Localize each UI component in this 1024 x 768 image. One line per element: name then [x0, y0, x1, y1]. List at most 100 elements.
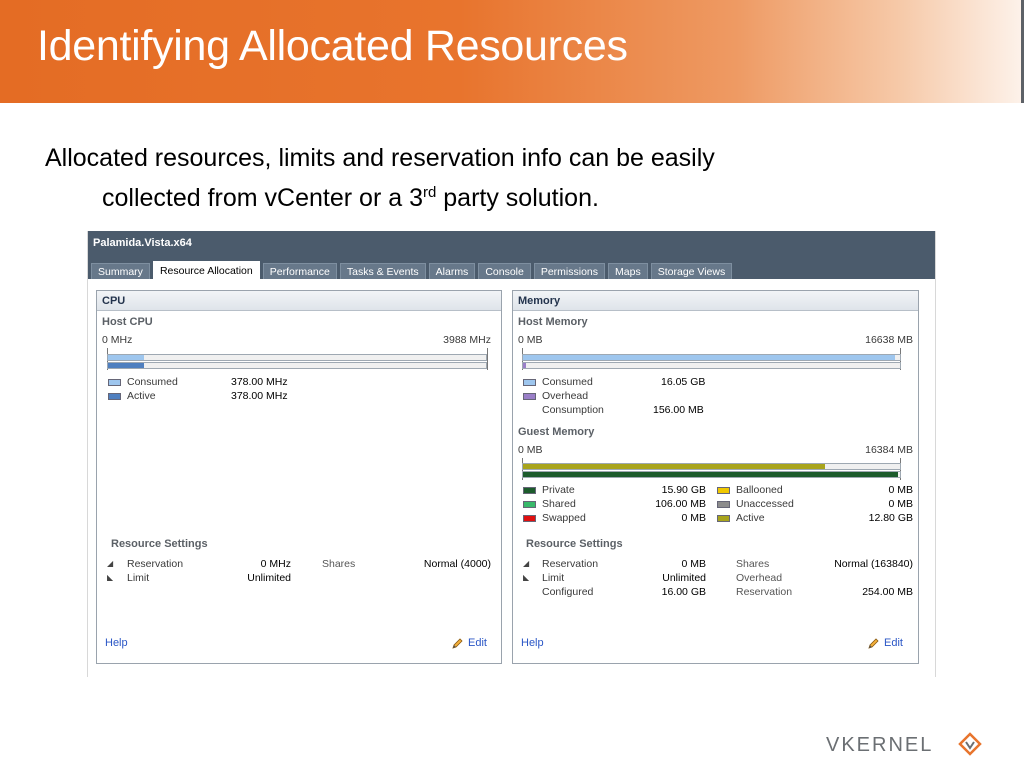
- private-label: Private: [542, 484, 575, 496]
- cpu-consumed-value: 378.00 MHz: [231, 376, 288, 388]
- pencil-icon: [452, 638, 463, 649]
- memory-panel: Memory Host Memory 0 MB 16638 MB Consume…: [512, 290, 919, 664]
- shared-value: 106.00 MB: [655, 498, 706, 510]
- active-swatch: [108, 393, 121, 400]
- cpu-active-bar: [107, 362, 487, 369]
- mem-limit-value: Unlimited: [662, 572, 706, 584]
- ordinal-suffix: rd: [422, 184, 437, 201]
- body-line-2a: collected from vCenter or a 3: [102, 184, 423, 212]
- host-cpu-label: Host CPU: [102, 316, 153, 328]
- cpu-consumed-fill: [108, 355, 144, 360]
- shared-swatch: [523, 501, 536, 508]
- swapped-value: 0 MB: [681, 512, 706, 524]
- consumption-label: Consumption: [542, 404, 604, 416]
- cpu-reservation-value: 0 MHz: [260, 558, 291, 570]
- swapped-label: Swapped: [542, 512, 586, 524]
- host-consumed-label: Consumed: [542, 376, 593, 388]
- guest-active-fill: [523, 464, 825, 469]
- cpu-active-fill: [108, 363, 144, 368]
- guest-active-value: 12.80 GB: [868, 512, 913, 524]
- consumption-value: 156.00 MB: [653, 404, 704, 416]
- mem-reservation-value: 0 MB: [681, 558, 706, 570]
- host-consumed-value: 16.05 GB: [661, 376, 706, 388]
- ballooned-label: Ballooned: [736, 484, 783, 496]
- consumed-swatch: [108, 379, 121, 386]
- mem-reservation2-value: 254.00 MB: [862, 586, 913, 598]
- body-line-2: collected from vCenter or a 3rd party so…: [45, 178, 945, 218]
- tab-performance[interactable]: Performance: [262, 263, 337, 279]
- host-overhead-bar: [522, 362, 901, 369]
- cpu-consumed-label: Consumed: [127, 376, 178, 388]
- guest-memory-label: Guest Memory: [518, 426, 595, 438]
- memory-resource-settings-title: Resource Settings: [526, 538, 623, 550]
- tab-console[interactable]: Console: [478, 263, 531, 279]
- swapped-swatch: [523, 515, 536, 522]
- overhead-swatch: [523, 393, 536, 400]
- host-consumed-bar: [522, 354, 901, 361]
- cpu-shares-label: Shares: [322, 558, 356, 570]
- cpu-active-label: Active: [127, 390, 156, 402]
- host-scale-max: 16638 MB: [865, 334, 913, 346]
- unaccessed-value: 0 MB: [888, 498, 913, 510]
- tab-bar: Summary Resource Allocation Performance Tas…: [91, 261, 735, 279]
- cpu-scale-min: 0 MHz: [102, 334, 133, 346]
- host-overhead-fill: [523, 363, 527, 368]
- reservation-flag-icon: ◢: [523, 559, 530, 568]
- cpu-resource-settings-title: Resource Settings: [111, 538, 208, 550]
- cpu-scale-max: 3988 MHz: [443, 334, 491, 346]
- cpu-consumed-bar: [107, 354, 487, 361]
- vm-name: Palamida.Vista.x64: [93, 237, 192, 249]
- mem-limit-label: Limit: [542, 572, 565, 584]
- pencil-icon: [868, 638, 879, 649]
- cpu-panel: CPU Host CPU 0 MHz 3988 MHz Consumed 378…: [96, 290, 502, 664]
- unaccessed-swatch: [717, 501, 730, 508]
- configured-value: 16.00 GB: [661, 586, 706, 598]
- consumed-swatch: [523, 379, 536, 386]
- guest-active-bar: [522, 463, 901, 470]
- cpu-scale-right-tick: [487, 348, 488, 370]
- logo-text: VKERNEL: [826, 734, 933, 756]
- cpu-edit-link[interactable]: Edit: [468, 637, 487, 649]
- memory-edit-link[interactable]: Edit: [884, 637, 903, 649]
- slide-body-text: Allocated resources, limits and reservat…: [45, 138, 945, 218]
- cpu-shares-value: Normal (4000): [423, 558, 491, 570]
- tab-resource-allocation[interactable]: Resource Allocation: [152, 261, 260, 279]
- private-value: 15.90 GB: [661, 484, 706, 496]
- tab-maps[interactable]: Maps: [608, 263, 648, 279]
- guest-active-label: Active: [736, 512, 765, 524]
- ballooned-value: 0 MB: [888, 484, 913, 496]
- private-swatch: [523, 487, 536, 494]
- host-scale-min: 0 MB: [518, 334, 543, 346]
- mem-shares-label: Shares: [736, 558, 770, 570]
- memory-panel-title: Memory: [513, 291, 918, 311]
- vsphere-client-window: Palamida.Vista.x64 Summary Resource Alloc…: [87, 231, 936, 677]
- host-memory-label: Host Memory: [518, 316, 588, 328]
- tab-permissions[interactable]: Permissions: [533, 263, 606, 279]
- vkernel-logo: VKERNEL: [826, 732, 982, 756]
- guest-scale-max: 16384 MB: [865, 444, 913, 456]
- guest-private-fill: [523, 472, 898, 477]
- tab-storage-views[interactable]: Storage Views: [650, 263, 733, 279]
- mem-overhead-label: Overhead: [736, 572, 783, 584]
- mem-reservation-label: Reservation: [542, 558, 599, 570]
- limit-flag-icon: ◣: [523, 573, 530, 582]
- slide-title: Identifying Allocated Resources: [37, 22, 628, 70]
- unaccessed-label: Unaccessed: [736, 498, 794, 510]
- mem-shares-value: Normal (163840): [834, 558, 913, 570]
- tab-alarms[interactable]: Alarms: [428, 263, 476, 279]
- tab-tasks-events[interactable]: Tasks & Events: [339, 263, 426, 279]
- reservation-flag-icon: ◢: [107, 559, 114, 568]
- tab-summary[interactable]: Summary: [91, 263, 150, 279]
- cpu-reservation-label: Reservation: [127, 558, 184, 570]
- cpu-help-link[interactable]: Help: [105, 637, 128, 649]
- memory-help-link[interactable]: Help: [521, 637, 544, 649]
- slide-header: Identifying Allocated Resources: [0, 0, 1022, 103]
- cpu-limit-value: Unlimited: [247, 572, 291, 584]
- active-swatch: [717, 515, 730, 522]
- ballooned-swatch: [717, 487, 730, 494]
- host-overhead-label: Overhead: [542, 390, 589, 402]
- body-line-2b: party solution.: [436, 184, 599, 212]
- guest-scale-min: 0 MB: [518, 444, 543, 456]
- guest-private-bar: [522, 471, 901, 478]
- body-line-1: Allocated resources, limits and reservat…: [45, 144, 715, 172]
